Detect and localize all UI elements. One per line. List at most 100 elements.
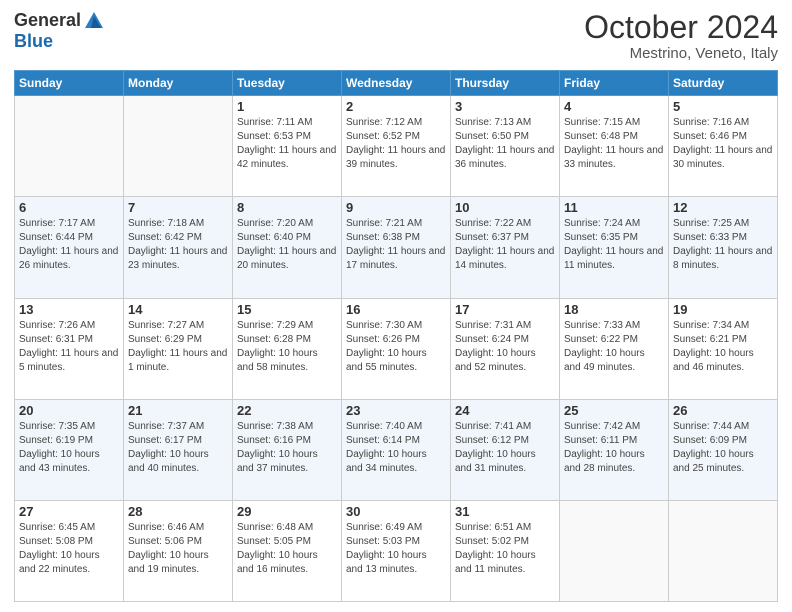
day-number: 22 (237, 403, 337, 418)
day-info: Sunrise: 7:40 AMSunset: 6:14 PMDaylight:… (346, 420, 446, 476)
table-row: 1 Sunrise: 7:11 AMSunset: 6:53 PMDaylight… (233, 96, 342, 197)
day-number: 21 (128, 403, 228, 418)
table-row: 15 Sunrise: 7:29 AMSunset: 6:28 PMDayligh… (233, 298, 342, 399)
day-info: Sunrise: 7:15 AMSunset: 6:48 PMDaylight:… (564, 116, 664, 172)
day-info: Sunrise: 7:13 AMSunset: 6:50 PMDaylight:… (455, 116, 555, 172)
table-row: 27 Sunrise: 6:45 AMSunset: 5:08 PMDayligh… (15, 500, 124, 601)
calendar-header-row: Sunday Monday Tuesday Wednesday Thursday… (15, 71, 778, 96)
title-block: October 2024 Mestrino, Veneto, Italy (584, 10, 778, 62)
day-info: Sunrise: 7:44 AMSunset: 6:09 PMDaylight:… (673, 420, 773, 476)
day-info: Sunrise: 7:30 AMSunset: 6:26 PMDaylight:… (346, 319, 446, 375)
day-info: Sunrise: 6:45 AMSunset: 5:08 PMDaylight:… (19, 521, 119, 577)
day-info: Sunrise: 7:38 AMSunset: 6:16 PMDaylight:… (237, 420, 337, 476)
col-sunday: Sunday (15, 71, 124, 96)
table-row: 26 Sunrise: 7:44 AMSunset: 6:09 PMDayligh… (669, 399, 778, 500)
day-number: 8 (237, 200, 337, 215)
col-wednesday: Wednesday (342, 71, 451, 96)
day-info: Sunrise: 7:31 AMSunset: 6:24 PMDaylight:… (455, 319, 555, 375)
table-row: 25 Sunrise: 7:42 AMSunset: 6:11 PMDayligh… (560, 399, 669, 500)
day-info: Sunrise: 7:37 AMSunset: 6:17 PMDaylight:… (128, 420, 228, 476)
day-number: 31 (455, 504, 555, 519)
table-row: 3 Sunrise: 7:13 AMSunset: 6:50 PMDaylight… (451, 96, 560, 197)
day-info: Sunrise: 7:26 AMSunset: 6:31 PMDaylight:… (19, 319, 119, 375)
day-info: Sunrise: 6:46 AMSunset: 5:06 PMDaylight:… (128, 521, 228, 577)
day-info: Sunrise: 7:29 AMSunset: 6:28 PMDaylight:… (237, 319, 337, 375)
table-row (124, 96, 233, 197)
day-number: 27 (19, 504, 119, 519)
day-number: 17 (455, 302, 555, 317)
table-row: 6Sunrise: 7:17 AMSunset: 6:44 PMDaylight… (15, 197, 124, 298)
calendar: Sunday Monday Tuesday Wednesday Thursday… (14, 70, 778, 602)
day-number: 12 (673, 200, 773, 215)
table-row: 12 Sunrise: 7:25 AMSunset: 6:33 PMDayligh… (669, 197, 778, 298)
day-info: Sunrise: 6:48 AMSunset: 5:05 PMDaylight:… (237, 521, 337, 577)
table-row: 2Sunrise: 7:12 AMSunset: 6:52 PMDaylight… (342, 96, 451, 197)
table-row: 31 Sunrise: 6:51 AMSunset: 5:02 PMDayligh… (451, 500, 560, 601)
calendar-week-row: 13 Sunrise: 7:26 AMSunset: 6:31 PMDayligh… (15, 298, 778, 399)
day-number: 28 (128, 504, 228, 519)
day-number: 13 (19, 302, 119, 317)
day-number: 14 (128, 302, 228, 317)
day-info: Sunrise: 7:34 AMSunset: 6:21 PMDaylight:… (673, 319, 773, 375)
calendar-week-row: 6Sunrise: 7:17 AMSunset: 6:44 PMDaylight… (15, 197, 778, 298)
col-tuesday: Tuesday (233, 71, 342, 96)
table-row (669, 500, 778, 601)
table-row: 10Sunrise: 7:22 AMSunset: 6:37 PMDayligh… (451, 197, 560, 298)
day-number: 2 (346, 99, 446, 114)
table-row: 14 Sunrise: 7:27 AMSunset: 6:29 PMDayligh… (124, 298, 233, 399)
day-info: Sunrise: 7:42 AMSunset: 6:11 PMDaylight:… (564, 420, 664, 476)
day-number: 16 (346, 302, 446, 317)
day-info: Sunrise: 7:20 AMSunset: 6:40 PMDaylight:… (237, 217, 337, 273)
col-monday: Monday (124, 71, 233, 96)
logo-general: General (14, 11, 81, 31)
table-row: 8 Sunrise: 7:20 AMSunset: 6:40 PMDaylight… (233, 197, 342, 298)
table-row: 19Sunrise: 7:34 AMSunset: 6:21 PMDayligh… (669, 298, 778, 399)
calendar-week-row: 20Sunrise: 7:35 AMSunset: 6:19 PMDayligh… (15, 399, 778, 500)
table-row: 22 Sunrise: 7:38 AMSunset: 6:16 PMDayligh… (233, 399, 342, 500)
day-number: 3 (455, 99, 555, 114)
table-row: 30 Sunrise: 6:49 AMSunset: 5:03 PMDayligh… (342, 500, 451, 601)
table-row: 20Sunrise: 7:35 AMSunset: 6:19 PMDayligh… (15, 399, 124, 500)
table-row: 9Sunrise: 7:21 AMSunset: 6:38 PMDaylight… (342, 197, 451, 298)
calendar-week-row: 27 Sunrise: 6:45 AMSunset: 5:08 PMDayligh… (15, 500, 778, 601)
table-row: 18 Sunrise: 7:33 AMSunset: 6:22 PMDayligh… (560, 298, 669, 399)
day-info: Sunrise: 6:51 AMSunset: 5:02 PMDaylight:… (455, 521, 555, 577)
table-row: 28 Sunrise: 6:46 AMSunset: 5:06 PMDayligh… (124, 500, 233, 601)
table-row: 21 Sunrise: 7:37 AMSunset: 6:17 PMDayligh… (124, 399, 233, 500)
day-info: Sunrise: 7:21 AMSunset: 6:38 PMDaylight:… (346, 217, 446, 273)
table-row: 24Sunrise: 7:41 AMSunset: 6:12 PMDayligh… (451, 399, 560, 500)
day-number: 18 (564, 302, 664, 317)
day-number: 24 (455, 403, 555, 418)
day-info: Sunrise: 7:25 AMSunset: 6:33 PMDaylight:… (673, 217, 773, 273)
day-number: 26 (673, 403, 773, 418)
col-saturday: Saturday (669, 71, 778, 96)
title-month: October 2024 (584, 10, 778, 45)
day-info: Sunrise: 7:11 AMSunset: 6:53 PMDaylight:… (237, 116, 337, 172)
day-number: 7 (128, 200, 228, 215)
logo-blue: Blue (14, 31, 53, 51)
day-number: 1 (237, 99, 337, 114)
table-row: 13 Sunrise: 7:26 AMSunset: 6:31 PMDayligh… (15, 298, 124, 399)
day-number: 30 (346, 504, 446, 519)
day-info: Sunrise: 7:22 AMSunset: 6:37 PMDaylight:… (455, 217, 555, 273)
calendar-week-row: 1 Sunrise: 7:11 AMSunset: 6:53 PMDaylight… (15, 96, 778, 197)
day-number: 25 (564, 403, 664, 418)
day-info: Sunrise: 7:17 AMSunset: 6:44 PMDaylight:… (19, 217, 119, 273)
day-info: Sunrise: 7:27 AMSunset: 6:29 PMDaylight:… (128, 319, 228, 375)
day-info: Sunrise: 7:35 AMSunset: 6:19 PMDaylight:… (19, 420, 119, 476)
day-info: Sunrise: 7:33 AMSunset: 6:22 PMDaylight:… (564, 319, 664, 375)
table-row: 4Sunrise: 7:15 AMSunset: 6:48 PMDaylight… (560, 96, 669, 197)
table-row (15, 96, 124, 197)
logo-icon (83, 10, 105, 32)
table-row (560, 500, 669, 601)
header: General Blue October 2024 Mestrino, Vene… (14, 10, 778, 62)
col-thursday: Thursday (451, 71, 560, 96)
day-info: Sunrise: 6:49 AMSunset: 5:03 PMDaylight:… (346, 521, 446, 577)
table-row: 16 Sunrise: 7:30 AMSunset: 6:26 PMDayligh… (342, 298, 451, 399)
page: General Blue October 2024 Mestrino, Vene… (0, 0, 792, 612)
day-info: Sunrise: 7:24 AMSunset: 6:35 PMDaylight:… (564, 217, 664, 273)
day-number: 15 (237, 302, 337, 317)
day-number: 5 (673, 99, 773, 114)
table-row: 29 Sunrise: 6:48 AMSunset: 5:05 PMDayligh… (233, 500, 342, 601)
day-number: 29 (237, 504, 337, 519)
